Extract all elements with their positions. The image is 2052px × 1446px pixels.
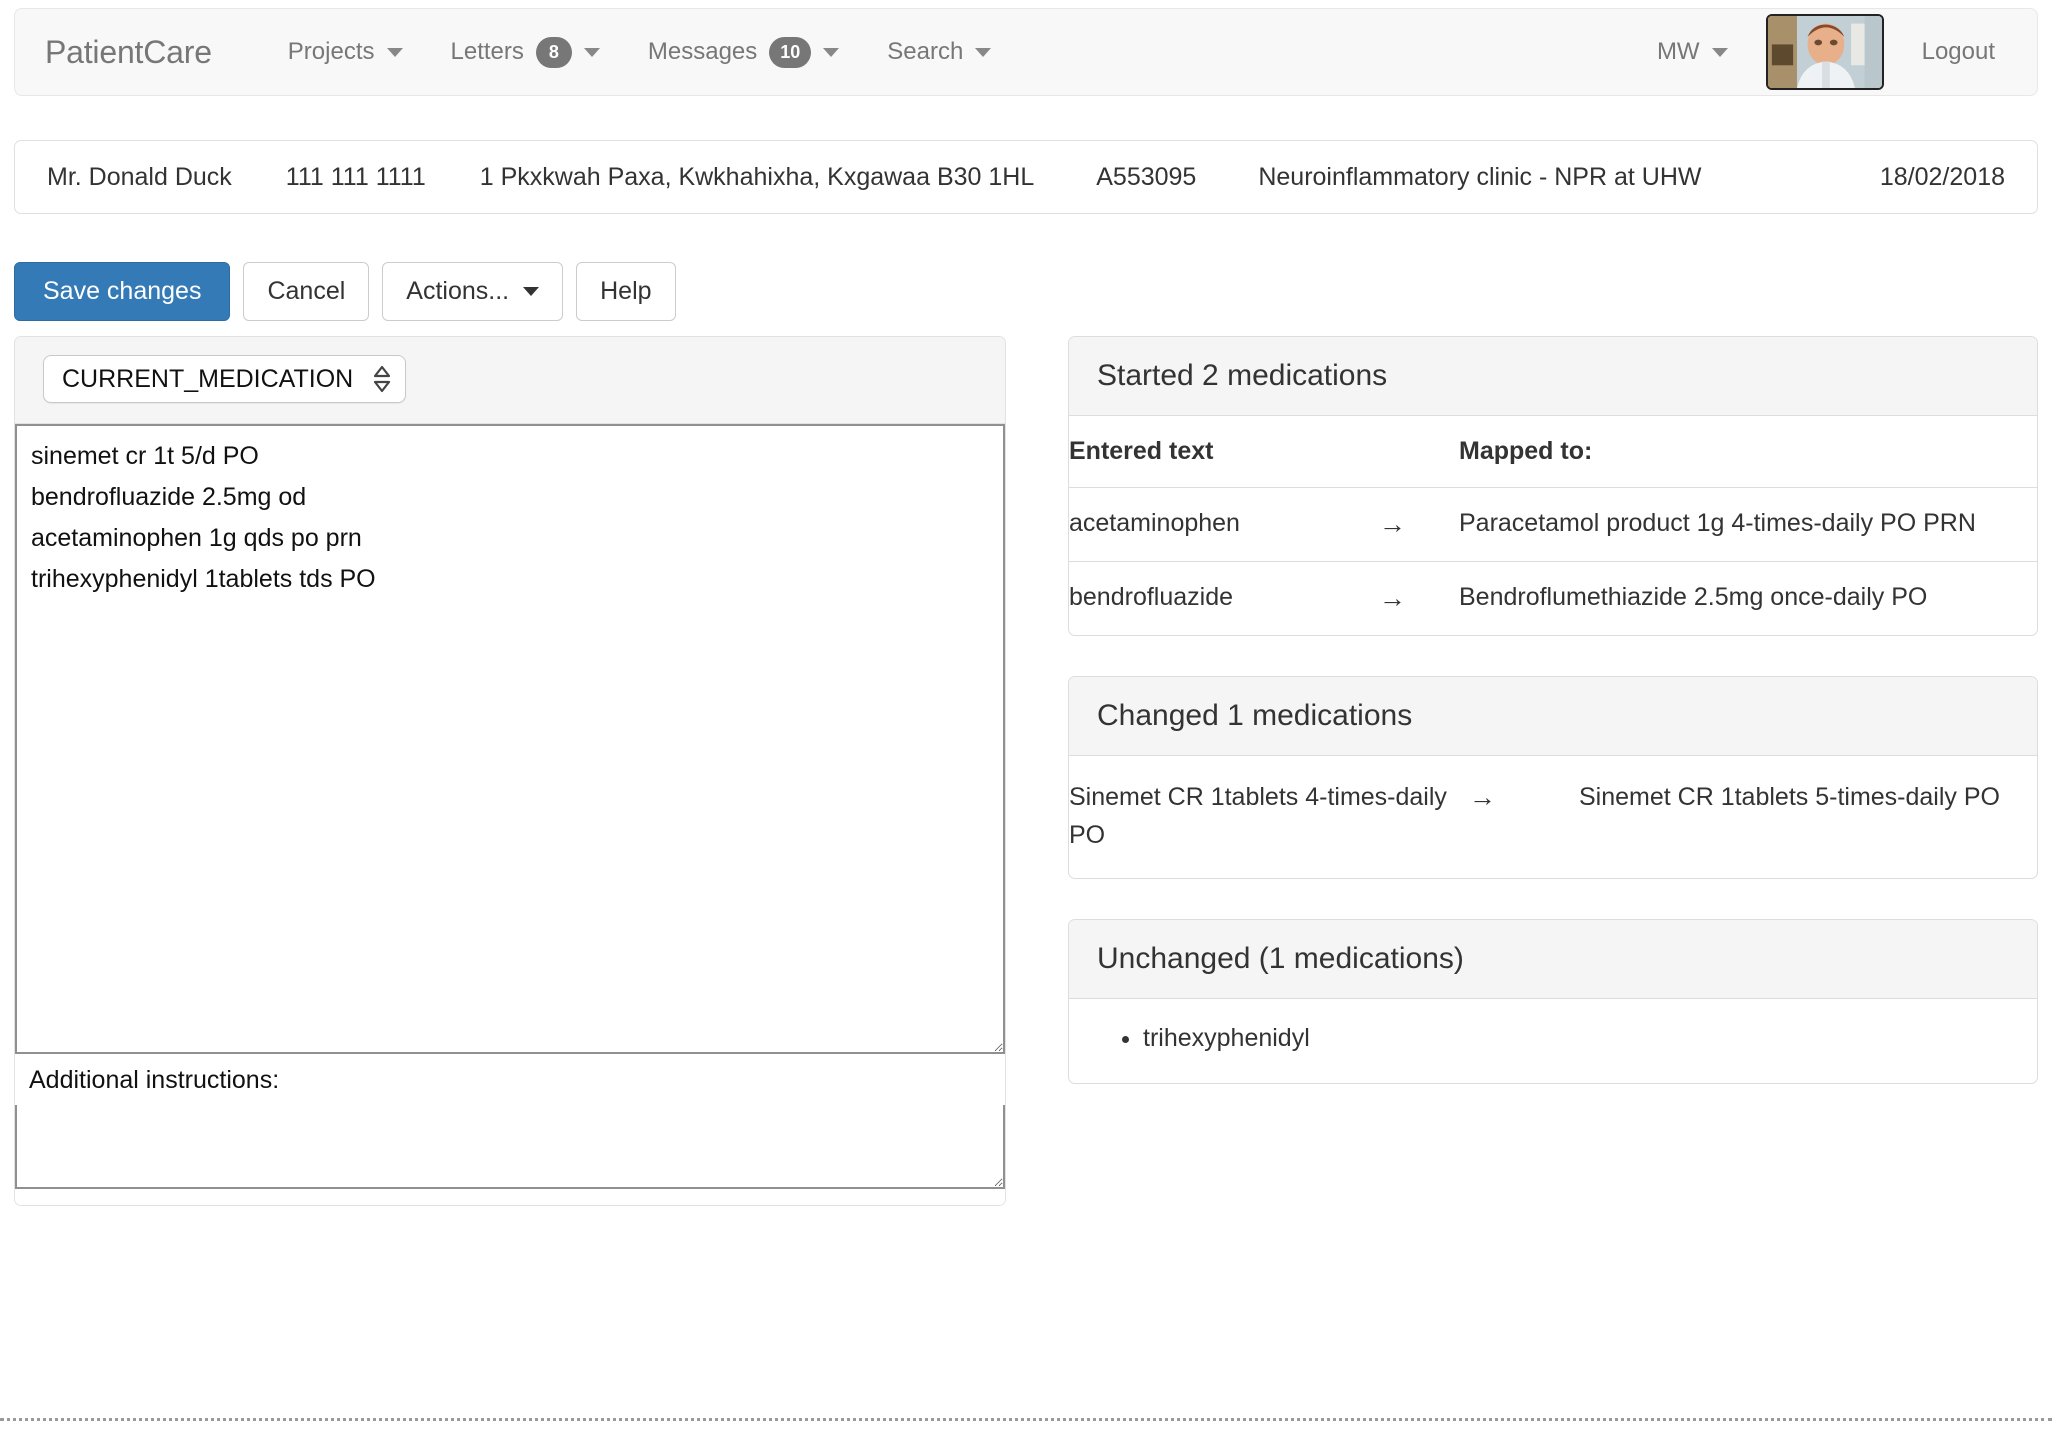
list-item: trihexyphenidyl [1143, 1019, 2009, 1057]
panel-title: Unchanged (1 medications) [1069, 920, 2037, 999]
actions-dropdown-button[interactable]: Actions... [382, 262, 563, 321]
user-initials: MW [1657, 38, 1700, 66]
avatar[interactable] [1766, 14, 1884, 90]
chevron-down-icon [975, 48, 991, 57]
logout-button[interactable]: Logout [1900, 38, 2029, 66]
nav-item-projects[interactable]: Projects [264, 22, 427, 82]
arrow-right-icon: → [1469, 756, 1579, 878]
column-header-spacer [1379, 416, 1459, 488]
nav-item-label: Search [887, 38, 963, 66]
nav-item-letters[interactable]: Letters 8 [427, 22, 624, 82]
card-bottom-padding [15, 1189, 1005, 1205]
unchanged-medications-list: trihexyphenidyl [1069, 999, 2037, 1083]
column-header-entered-text: Entered text [1069, 416, 1379, 488]
messages-badge: 10 [769, 37, 811, 68]
table-row: Sinemet CR 1tablets 4-times-daily PO → S… [1069, 756, 2037, 878]
stepper-arrows-icon [373, 364, 391, 394]
started-medications-table: Entered text Mapped to: acetaminophen → … [1069, 416, 2037, 635]
patient-name: Mr. Donald Duck [47, 163, 232, 192]
nav-item-label: Projects [288, 38, 375, 66]
patient-record-id: A553095 [1096, 163, 1196, 192]
additional-instructions-label: Additional instructions: [15, 1054, 1005, 1105]
unchanged-medications-panel: Unchanged (1 medications) trihexyphenidy… [1068, 919, 2038, 1084]
column-header-mapped-to: Mapped to: [1459, 416, 2037, 488]
editor-card-header: CURRENT_MEDICATION [15, 337, 1005, 424]
chevron-down-icon [584, 48, 600, 57]
table-row: bendrofluazide → Bendroflumethiazide 2.5… [1069, 562, 2037, 636]
page-divider [0, 1418, 2052, 1421]
entered-text-value: bendrofluazide [1069, 562, 1379, 636]
brand-logo[interactable]: PatientCare [45, 34, 212, 71]
table-row: acetaminophen → Paracetamol product 1g 4… [1069, 488, 2037, 562]
medication-textarea[interactable] [15, 424, 1005, 1054]
chevron-down-icon [1712, 48, 1728, 57]
help-button[interactable]: Help [576, 262, 675, 321]
changed-medications-table: Sinemet CR 1tablets 4-times-daily PO → S… [1069, 756, 2037, 878]
editor-column: CURRENT_MEDICATION Additional instructio… [14, 336, 1006, 1206]
action-toolbar: Save changes Cancel Actions... Help [14, 262, 676, 321]
nav-item-label: Messages [648, 38, 757, 66]
chevron-down-icon [823, 48, 839, 57]
chevron-down-icon [387, 48, 403, 57]
user-menu[interactable]: MW [1635, 38, 1750, 66]
letters-badge: 8 [536, 37, 572, 68]
arrow-right-icon: → [1379, 488, 1459, 562]
navbar-right: MW Logout [1635, 14, 2037, 90]
medication-editor-card: CURRENT_MEDICATION Additional instructio… [14, 336, 1006, 1206]
mapped-to-value: Bendroflumethiazide 2.5mg once-daily PO [1459, 562, 2037, 636]
section-select[interactable]: CURRENT_MEDICATION [43, 355, 406, 403]
medication-textarea-wrap [15, 424, 1005, 1054]
medication-before-value: Sinemet CR 1tablets 4-times-daily PO [1069, 756, 1469, 878]
patient-address: 1 Pkxkwah Paxa, Kwkhahixha, Kxgawaa B30 … [480, 163, 1034, 192]
navbar: PatientCare Projects Letters 8 Messages … [14, 8, 2038, 96]
actions-label: Actions... [406, 279, 509, 304]
cancel-button[interactable]: Cancel [243, 262, 369, 321]
patient-info-bar: Mr. Donald Duck 111 111 1111 1 Pkxkwah P… [14, 140, 2038, 214]
patient-clinic: Neuroinflammatory clinic - NPR at UHW [1258, 163, 1701, 192]
nav-item-messages[interactable]: Messages 10 [624, 22, 863, 82]
patient-phone: 111 111 1111 [286, 163, 426, 192]
medication-after-value: Sinemet CR 1tablets 5-times-daily PO [1579, 756, 2037, 878]
arrow-right-icon: → [1379, 562, 1459, 636]
table-header-row: Entered text Mapped to: [1069, 416, 2037, 488]
additional-instructions-textarea[interactable] [15, 1105, 1005, 1189]
nav-item-label: Letters [451, 38, 524, 66]
panel-title: Changed 1 medications [1069, 677, 2037, 756]
entered-text-value: acetaminophen [1069, 488, 1379, 562]
chevron-down-icon [523, 287, 539, 296]
save-changes-button[interactable]: Save changes [14, 262, 230, 321]
nav-links: Projects Letters 8 Messages 10 Search [264, 22, 1016, 82]
patient-date: 18/02/2018 [1880, 163, 2005, 192]
section-select-value: CURRENT_MEDICATION [62, 365, 353, 394]
nav-item-search[interactable]: Search [863, 22, 1015, 82]
started-medications-panel: Started 2 medications Entered text Mappe… [1068, 336, 2038, 636]
summary-column: Started 2 medications Entered text Mappe… [1068, 336, 2038, 1124]
panel-title: Started 2 medications [1069, 337, 2037, 416]
mapped-to-value: Paracetamol product 1g 4-times-daily PO … [1459, 488, 2037, 562]
changed-medications-panel: Changed 1 medications Sinemet CR 1tablet… [1068, 676, 2038, 879]
